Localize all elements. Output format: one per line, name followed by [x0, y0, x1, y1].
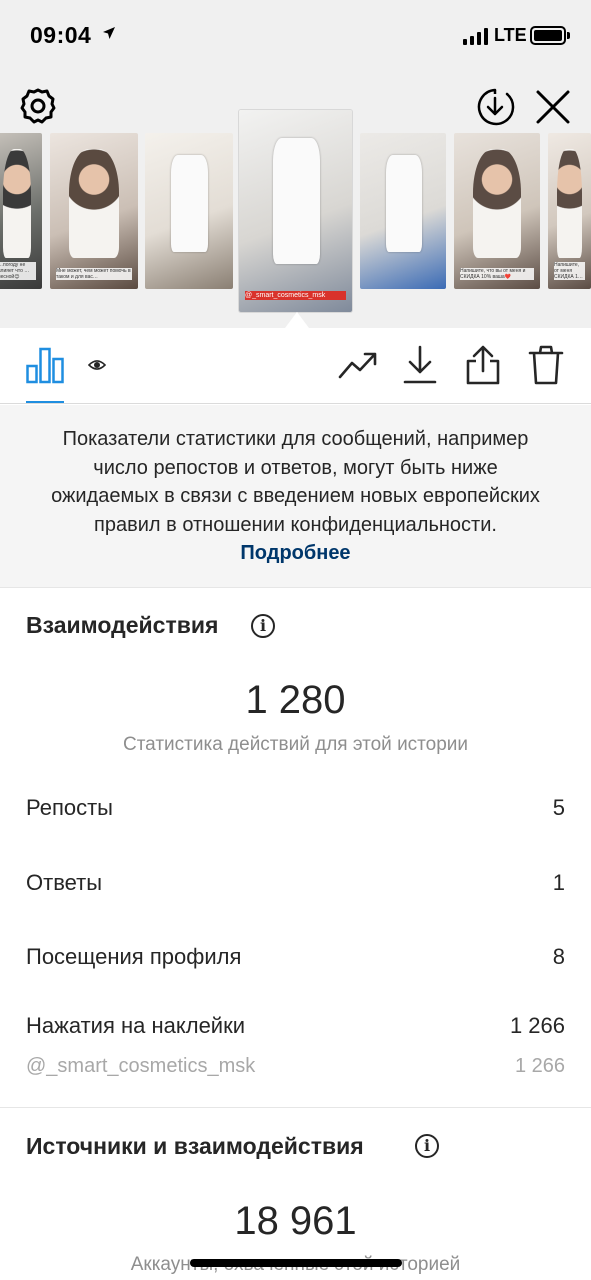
person-figure	[69, 148, 119, 258]
discovery-info-icon[interactable]: i	[415, 1134, 439, 1158]
metric-label: Репосты	[26, 795, 113, 820]
interactions-title: Взаимодействия	[26, 612, 219, 638]
thumbnail-caption: Напишите, от меня СКИДКА 1…	[554, 261, 585, 280]
interactions-total: 1 280	[245, 678, 346, 722]
metric-label: Ответы	[26, 870, 103, 895]
metric-label: Нажатия на наклейки	[26, 1013, 246, 1038]
sticker-mention-value: 1 266	[514, 1055, 565, 1077]
metric-value: 1	[552, 870, 565, 895]
person-figure	[472, 148, 522, 258]
product-bottle	[272, 138, 321, 264]
thumbnail-caption: Мне может, чем может помочь в таком и дл…	[56, 267, 132, 280]
product-bottle	[171, 154, 209, 252]
share-icon[interactable]	[465, 344, 501, 391]
person-figure	[557, 148, 582, 258]
selected-thumbnail-pointer	[285, 312, 309, 328]
trending-up-icon[interactable]	[338, 350, 378, 385]
download-icon[interactable]	[402, 345, 438, 390]
story-thumbnail[interactable]: …погоду не влияет что …весной😊	[0, 133, 42, 289]
person-figure	[3, 148, 31, 258]
interactions-info-icon[interactable]: i	[251, 614, 275, 638]
notice-body: Показатели статистики для сообщений, нап…	[51, 428, 540, 536]
thumbnail-caption: Напишите, что вы от меня и СКИДКА 10% ва…	[460, 267, 534, 280]
story-thumbnail-strip[interactable]: …погоду не влияет что …весной😊 Мне может,…	[0, 110, 591, 315]
thumbnail-caption: …погоду не влияет что …весной😊	[0, 261, 36, 280]
story-thumbnail[interactable]: Напишите, от меня СКИДКА 1…	[548, 133, 591, 289]
product-bottle	[385, 154, 422, 252]
metric-row-profile-visits: Посещения профиля 8	[26, 944, 565, 978]
bar-chart-icon[interactable]	[26, 346, 64, 389]
battery-icon	[530, 26, 566, 45]
privacy-notice: Показатели статистики для сообщений, нап…	[0, 405, 591, 588]
metric-value: 8	[552, 944, 565, 969]
active-tab-indicator	[26, 401, 64, 403]
story-thumbnail[interactable]	[360, 133, 446, 289]
discovery-total: 18 961	[234, 1199, 357, 1243]
metric-row-replies: Ответы 1	[26, 870, 565, 904]
sticker-mention-label: @_smart_cosmetics_msk	[26, 1055, 256, 1077]
metric-value: 1 266	[509, 1013, 565, 1038]
metric-value: 5	[552, 795, 565, 820]
story-thumbnail[interactable]: Напишите, что вы от меня и СКИДКА 10% ва…	[454, 133, 540, 289]
learn-more-link[interactable]: Подробнее	[240, 542, 350, 564]
metric-row-sticker-taps: Нажатия на наклейки 1 266	[26, 1013, 565, 1047]
thumbnail-caption: @_smart_cosmetics_msk	[245, 290, 346, 300]
metric-label: Посещения профиля	[26, 944, 242, 969]
interactions-caption: Статистика действий для этой истории	[122, 734, 469, 755]
location-arrow-icon	[102, 26, 116, 45]
home-indicator[interactable]	[190, 1259, 402, 1267]
battery-tip	[567, 32, 570, 39]
trash-icon[interactable]	[528, 344, 564, 391]
story-thumbnail[interactable]: Мне может, чем может помочь в таком и дл…	[50, 133, 138, 289]
metric-row-sticker-mention: @_smart_cosmetics_msk 1 266	[26, 1055, 565, 1089]
notice-text: Показатели статистики для сообщений, нап…	[50, 425, 541, 568]
metric-row-reposts: Репосты 5	[26, 795, 565, 829]
status-time: 09:04	[30, 22, 92, 48]
story-thumbnail[interactable]	[145, 133, 233, 289]
status-bar: 09:04 LTE	[0, 0, 591, 72]
network-type: LTE	[494, 25, 527, 45]
story-thumbnail[interactable]: @_smart_cosmetics_msk	[239, 110, 352, 312]
eye-icon[interactable]	[87, 358, 107, 377]
section-divider	[0, 1107, 591, 1108]
discovery-title: Источники и взаимодействия	[26, 1133, 364, 1159]
cellular-signal-icon	[463, 27, 488, 45]
